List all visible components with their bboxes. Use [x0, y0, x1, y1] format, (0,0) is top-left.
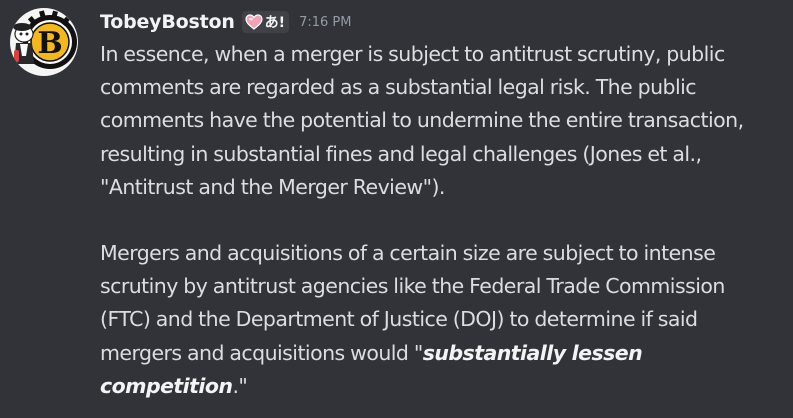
message-header: TobeyBoston あ! 7:16 PM — [100, 7, 351, 37]
paragraph-break — [100, 204, 780, 237]
message-paragraph: Mergers and acquisitions of a certain si… — [100, 237, 780, 403]
chat-message: B TobeyBoston あ! 7:16 PM In essence, whe… — [0, 0, 793, 418]
avatar[interactable]: B — [10, 8, 78, 76]
server-tag[interactable]: あ! — [241, 11, 290, 33]
message-text: ." — [232, 373, 248, 398]
bruins-logo-icon: B — [10, 8, 78, 76]
timestamp[interactable]: 7:16 PM — [299, 15, 351, 30]
username[interactable]: TobeyBoston — [100, 11, 235, 33]
message-content: In essence, when a merger is subject to … — [100, 38, 780, 403]
heart-icon — [245, 14, 263, 30]
server-tag-text: あ! — [264, 15, 286, 31]
message-paragraph: In essence, when a merger is subject to … — [100, 42, 744, 199]
svg-text:B: B — [37, 26, 62, 61]
